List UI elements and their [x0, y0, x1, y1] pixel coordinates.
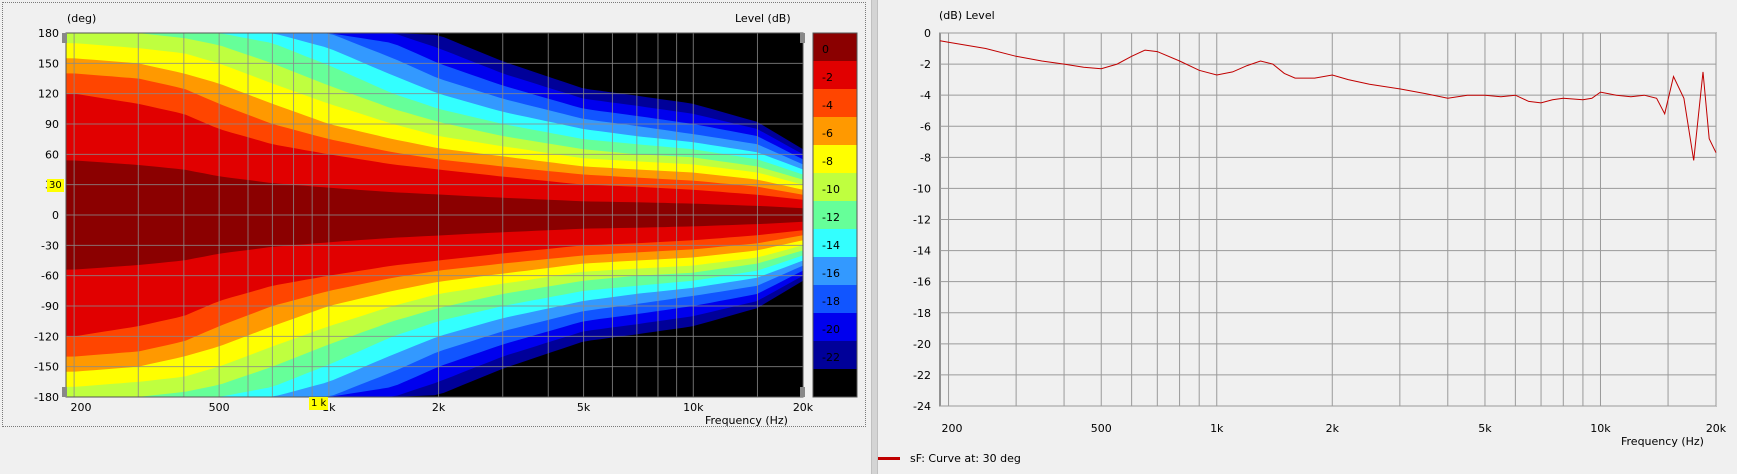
level-label: Level (dB)	[735, 12, 791, 25]
colorbar-swatch	[813, 33, 857, 62]
response-y-tick-label: -20	[913, 338, 931, 351]
response-x-tick-label: 500	[1091, 422, 1112, 435]
right-y-unit-label: (dB) Level	[939, 9, 995, 22]
cursor-handle-top-right[interactable]	[800, 33, 805, 43]
response-y-tick-label: -2	[920, 58, 931, 71]
heatmap-x-tick-label: 200	[71, 401, 92, 414]
response-y-tick-label: -24	[913, 400, 931, 413]
response-x-ticks: 200 500 1k 2k 5k 10k 20k	[942, 422, 1727, 435]
colorbar-tick-label: -10	[822, 183, 840, 196]
heatmap-x-tick-label: 20k	[793, 401, 814, 414]
heatmap-y-tick-label: -30	[41, 239, 59, 252]
response-x-tick-label: 200	[942, 422, 963, 435]
colorbar-tick-label: -6	[822, 127, 833, 140]
angle-cursor-marker[interactable]: 30	[47, 179, 64, 192]
response-x-tick-label: 1k	[1210, 422, 1224, 435]
colorbar: 0 -2 -4 -6 -8 -10 -12 -14 -16 -18 -20 -22 -24	[812, 32, 858, 398]
response-y-tick-label: -6	[920, 120, 931, 133]
heatmap-y-tick-label: -150	[34, 361, 59, 374]
response-x-tick-label: 5k	[1478, 422, 1492, 435]
response-y-tick-label: -8	[920, 151, 931, 164]
frequency-axis-label: Frequency (Hz)	[705, 414, 788, 426]
colorbar-swatch	[813, 89, 857, 118]
response-y-tick-label: -16	[913, 276, 931, 289]
legend-label: sF: Curve at: 30 deg	[910, 452, 1021, 465]
response-y-tick-label: -22	[913, 369, 931, 382]
heatmap-y-tick-label: 120	[38, 88, 59, 101]
heatmap-y-tick-label: 180	[38, 27, 59, 40]
heatmap-y-tick-label: -180	[34, 391, 59, 404]
heatmap-y-tick-label: 60	[45, 148, 59, 161]
heatmap-x-ticks: 200 500 1k 2k 5k 10k 20k	[71, 401, 814, 414]
heatmap-x-tick-label: 5k	[577, 401, 591, 414]
response-y-tick-label: -10	[913, 182, 931, 195]
colorbar-tick-label: -20	[822, 323, 840, 336]
legend: sF: Curve at: 30 deg	[878, 452, 1021, 465]
heatmap-y-tick-label: -120	[34, 330, 59, 343]
colorbar-tick-label: 0	[822, 43, 829, 56]
colorbar-tick-label: -14	[822, 239, 840, 252]
colorbar-tick-label: -12	[822, 211, 840, 224]
response-y-tick-label: -14	[913, 245, 931, 258]
colorbar-tick-label: -24	[822, 379, 840, 392]
polar-map-panel: (deg) Level (dB) Frequency (Hz) 180 150 12…	[2, 2, 866, 427]
response-x-tick-label: 20k	[1706, 422, 1727, 435]
heatmap-y-tick-label: -60	[41, 270, 59, 283]
response-y-tick-label: -18	[913, 307, 931, 320]
polar-map-chart[interactable]: (deg) Level (dB) Frequency (Hz) 180 150 12…	[3, 3, 865, 426]
colorbar-tick-label: -4	[822, 99, 833, 112]
response-y-tick-label: 0	[924, 27, 931, 40]
response-x-tick-label: 10k	[1590, 422, 1611, 435]
colorbar-swatch	[813, 61, 857, 90]
heatmap-x-tick-label: 500	[209, 401, 230, 414]
heatmap-x-tick-label: 10k	[683, 401, 704, 414]
heatmap-y-tick-label: 150	[38, 57, 59, 70]
response-y-tick-label: -12	[913, 214, 931, 227]
colorbar-swatch	[813, 117, 857, 146]
response-x-tick-label: 2k	[1326, 422, 1340, 435]
heatmap-x-tick-label: 2k	[432, 401, 446, 414]
panel-splitter[interactable]	[871, 0, 878, 474]
colorbar-tick-label: -2	[822, 71, 833, 84]
y-unit-label: (deg)	[67, 12, 96, 25]
colorbar-tick-label: -16	[822, 267, 840, 280]
right-frequency-axis-label: Frequency (Hz)	[1621, 435, 1704, 448]
legend-swatch	[878, 457, 900, 460]
response-grid	[939, 32, 1717, 407]
colorbar-swatch	[813, 145, 857, 174]
frequency-response-chart[interactable]: (dB) Level Frequency (Hz) 0 -2 -4 -6 -8 -10 -1…	[878, 0, 1730, 450]
response-y-tick-label: -4	[920, 89, 931, 102]
cursor-handle-top-left[interactable]	[62, 33, 67, 43]
heatmap-y-tick-label: 90	[45, 118, 59, 131]
frequency-cursor-marker[interactable]: 1 k	[309, 397, 329, 410]
colorbar-tick-label: -8	[822, 155, 833, 168]
heatmap-y-tick-label: -90	[41, 300, 59, 313]
colorbar-tick-label: -18	[822, 295, 840, 308]
response-y-ticks: 0 -2 -4 -6 -8 -10 -12 -14 -16 -18 -20 -22 -24	[913, 27, 931, 413]
cursor-handle-bottom-left[interactable]	[62, 387, 67, 397]
colorbar-tick-label: -22	[822, 351, 840, 364]
cursor-handle-bottom-right[interactable]	[800, 387, 805, 397]
heatmap-y-ticks: 1801501209060300-30-60-90-120-150-180	[34, 27, 59, 404]
heatmap-y-tick-label: 0	[52, 209, 59, 222]
